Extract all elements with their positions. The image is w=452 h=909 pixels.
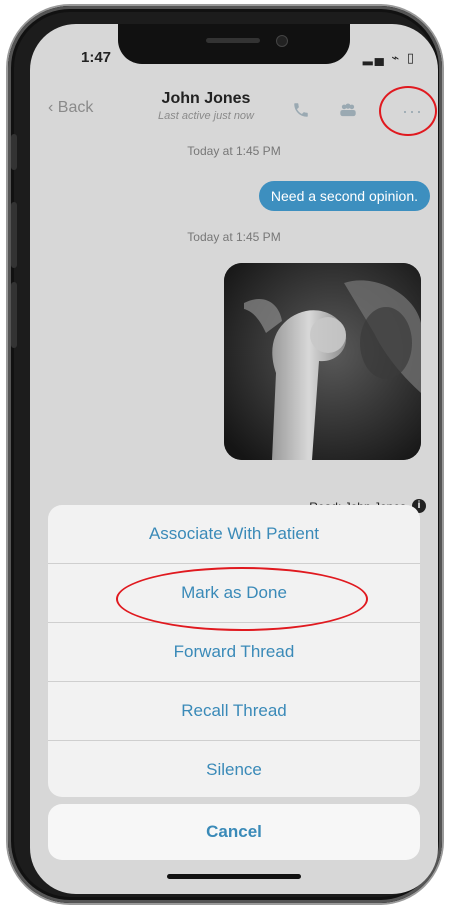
speaker xyxy=(206,38,260,43)
back-label: Back xyxy=(57,99,94,116)
mute-switch xyxy=(11,134,17,170)
timestamp: Today at 1:45 PM xyxy=(187,144,281,158)
notch xyxy=(118,24,350,64)
phone-icon[interactable] xyxy=(292,101,310,124)
nav-bar: ‹ Back John Jones Last active just now ·… xyxy=(30,86,438,132)
phone-frame: 1:47 ▂▄ ⌁ ▯ ‹ Back John Jones Last activ… xyxy=(8,6,442,903)
group-icon[interactable] xyxy=(338,101,358,124)
cancel-button[interactable]: Cancel xyxy=(48,804,420,860)
timestamp: Today at 1:45 PM xyxy=(187,230,281,244)
action-sheet: Associate With Patient Mark as Done Forw… xyxy=(48,505,420,797)
xray-image[interactable] xyxy=(224,263,421,460)
volume-down-button xyxy=(11,282,17,348)
associate-with-patient-button[interactable]: Associate With Patient xyxy=(48,505,420,564)
highlight-circle-mark-done xyxy=(116,567,368,631)
contact-name: John Jones xyxy=(161,90,251,107)
highlight-circle-more xyxy=(379,86,437,136)
home-indicator[interactable] xyxy=(167,874,301,879)
status-time: 1:47 xyxy=(81,49,112,66)
camera-icon xyxy=(276,35,288,47)
screen: 1:47 ▂▄ ⌁ ▯ ‹ Back John Jones Last activ… xyxy=(30,24,438,894)
back-button[interactable]: ‹ Back xyxy=(48,99,93,117)
message-bubble[interactable]: Need a second opinion. xyxy=(258,181,430,211)
status-icons: ▂▄ ⌁ ▯ xyxy=(362,50,416,65)
recall-thread-button[interactable]: Recall Thread xyxy=(48,682,420,741)
last-active: Last active just now xyxy=(158,110,254,122)
forward-thread-button[interactable]: Forward Thread xyxy=(48,623,420,682)
silence-button[interactable]: Silence xyxy=(48,741,420,797)
volume-up-button xyxy=(11,202,17,268)
chevron-left-icon: ‹ xyxy=(48,99,54,116)
